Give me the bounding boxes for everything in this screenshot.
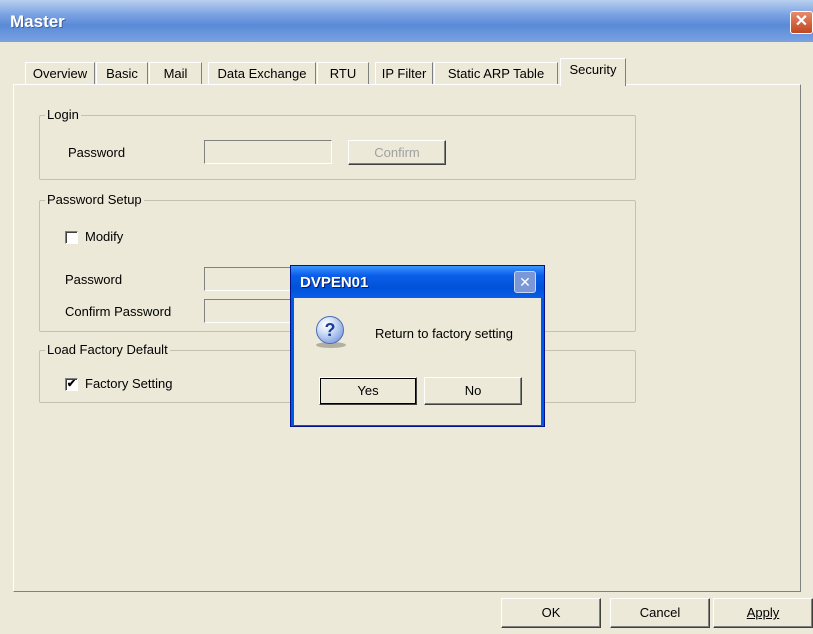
factory-setting-label: Factory Setting xyxy=(85,376,173,391)
dialog-body: ? Return to factory setting Yes No xyxy=(294,298,541,425)
window-title: Master xyxy=(10,12,65,31)
confirm-button[interactable]: Confirm xyxy=(348,140,446,165)
modify-checkbox[interactable] xyxy=(65,231,78,244)
confirm-password-label: Confirm Password xyxy=(65,304,172,319)
tab-overview[interactable]: Overview xyxy=(25,62,95,84)
login-group-title: Login xyxy=(45,107,81,122)
tab-security[interactable]: Security xyxy=(560,58,626,86)
tab-static-arp-table[interactable]: Static ARP Table xyxy=(434,62,558,84)
apply-label: Apply xyxy=(746,605,780,620)
dialog-close-button[interactable]: ✕ xyxy=(514,271,536,293)
ok-button[interactable]: OK xyxy=(501,598,601,628)
apply-button[interactable]: Apply xyxy=(713,598,813,628)
tab-data-exchange[interactable]: Data Exchange xyxy=(208,62,316,84)
login-password-field[interactable] xyxy=(204,140,332,164)
modify-label: Modify xyxy=(85,229,124,244)
dialog-message: Return to factory setting xyxy=(375,326,514,341)
window-close-button[interactable]: ✕ xyxy=(790,11,813,34)
question-icon: ? xyxy=(316,316,344,344)
dialog-title: DVPEN01 xyxy=(300,274,369,291)
no-button[interactable]: No xyxy=(424,377,522,405)
yes-button[interactable]: Yes xyxy=(319,377,417,405)
tab-rtu[interactable]: RTU xyxy=(317,62,369,84)
factory-setting-checkbox[interactable]: ✔ xyxy=(65,378,78,391)
dialog-titlebar[interactable]: DVPEN01 ✕ xyxy=(291,266,544,298)
password-setup-group-title: Password Setup xyxy=(45,192,144,207)
setup-password-label: Password xyxy=(65,272,123,287)
tab-basic[interactable]: Basic xyxy=(96,62,148,84)
tab-ip-filter[interactable]: IP Filter xyxy=(375,62,433,84)
window-titlebar[interactable]: Master ✕ xyxy=(0,0,813,42)
login-password-label: Password xyxy=(68,145,126,160)
confirm-dialog: DVPEN01 ✕ ? Return to factory setting Ye… xyxy=(290,265,545,427)
load-factory-default-group-title: Load Factory Default xyxy=(45,342,170,357)
cancel-button[interactable]: Cancel xyxy=(610,598,710,628)
login-group xyxy=(39,115,636,180)
tab-mail[interactable]: Mail xyxy=(149,62,202,84)
